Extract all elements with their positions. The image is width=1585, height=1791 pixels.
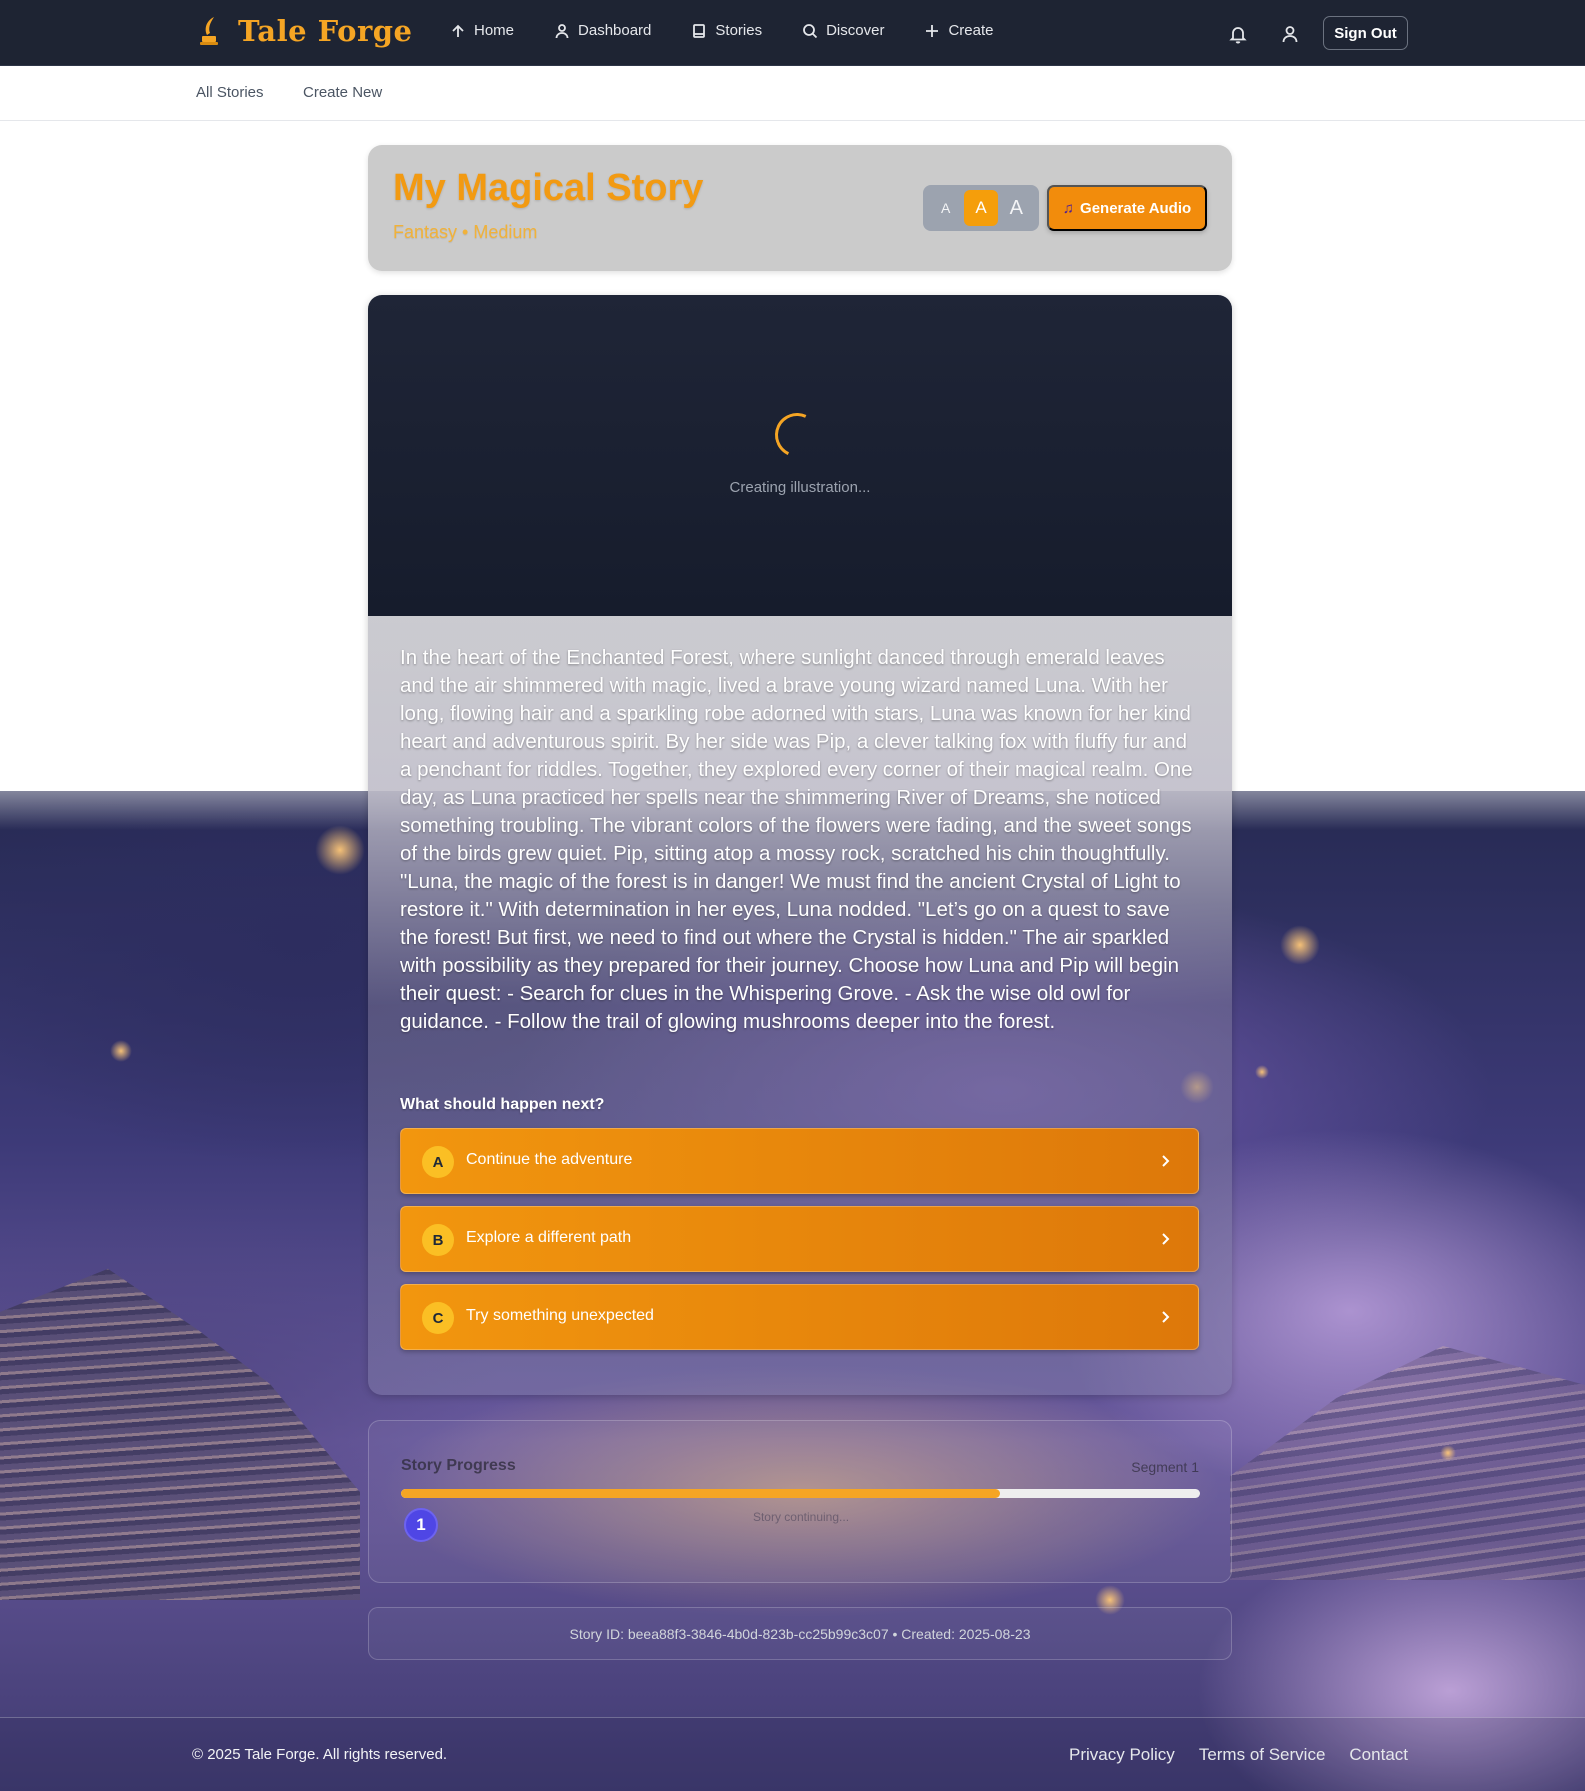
- choice-letter: B: [422, 1224, 454, 1256]
- illustration-status: Creating illustration...: [729, 479, 871, 496]
- choice-label: Explore a different path: [466, 1229, 632, 1246]
- plus-icon: [926, 24, 939, 37]
- progress-bar-fill: [401, 1489, 1001, 1498]
- book-icon: [693, 23, 706, 38]
- illustration-placeholder: Creating illustration...: [368, 295, 1232, 616]
- search-icon: [803, 23, 818, 38]
- story-title: My Magical Story: [393, 167, 704, 209]
- privacy-policy-link[interactable]: Privacy Policy: [1069, 1745, 1175, 1765]
- top-navbar: Tale Forge Home Dashboard Stories Discov…: [0, 0, 1585, 66]
- progress-bar: [401, 1489, 1200, 1498]
- quill-logo-icon: [200, 17, 218, 45]
- nav-discover-label: Discover: [826, 22, 885, 39]
- chevron-right-icon: [1156, 1308, 1174, 1326]
- choice-label: Try something unexpected: [466, 1307, 654, 1324]
- story-text: In the heart of the Enchanted Forest, wh…: [400, 646, 1193, 1033]
- story-progress-card: Story Progress Segment 1 1 Story continu…: [368, 1420, 1232, 1583]
- font-size-medium-button[interactable]: A: [963, 190, 998, 226]
- profile-button[interactable]: [1280, 24, 1300, 44]
- progress-title: Story Progress: [401, 1457, 516, 1474]
- nav-stories[interactable]: Stories: [691, 22, 762, 39]
- generate-audio-button[interactable]: ♫ Generate Audio: [1047, 185, 1207, 231]
- sign-out-button[interactable]: Sign Out: [1323, 16, 1408, 50]
- generate-audio-label: Generate Audio: [1080, 199, 1192, 217]
- bell-icon: [1229, 27, 1247, 44]
- choice-b-button[interactable]: B Explore a different path: [400, 1206, 1199, 1272]
- glow-orb: [1440, 1445, 1456, 1461]
- home-icon: [452, 24, 464, 37]
- story-genre-length: Fantasy • Medium: [393, 222, 538, 242]
- choice-label: Continue the adventure: [466, 1151, 633, 1168]
- user-icon: [555, 23, 569, 38]
- font-size-toggle: A A A: [923, 185, 1039, 231]
- music-note-icon: ♫: [1062, 199, 1075, 217]
- choice-a-button[interactable]: A Continue the adventure: [400, 1128, 1199, 1194]
- sub-navbar: All Stories Create New: [0, 66, 1585, 121]
- copyright: © 2025 Tale Forge. All rights reserved.: [192, 1746, 448, 1763]
- story-body: In the heart of the Enchanted Forest, wh…: [368, 616, 1232, 1395]
- nav-home-label: Home: [474, 22, 515, 39]
- nav-create[interactable]: Create: [924, 22, 993, 39]
- glow-orb: [110, 1040, 132, 1062]
- progress-status: Story continuing...: [752, 1510, 850, 1524]
- contact-link[interactable]: Contact: [1349, 1745, 1408, 1765]
- footer-links: Privacy Policy Terms of Service Contact: [1045, 1745, 1408, 1765]
- choice-c-button[interactable]: C Try something unexpected: [400, 1284, 1199, 1350]
- footer: © 2025 Tale Forge. All rights reserved. …: [0, 1717, 1585, 1791]
- nav-home[interactable]: Home: [450, 22, 514, 39]
- font-size-large-button[interactable]: A: [999, 190, 1033, 226]
- next-question: What should happen next?: [400, 1096, 605, 1113]
- brand-name: Tale Forge: [238, 14, 413, 48]
- notifications-button[interactable]: [1228, 24, 1248, 44]
- user-icon: [1282, 26, 1298, 43]
- loading-spinner-icon: [768, 406, 826, 464]
- choice-letter: A: [422, 1146, 454, 1178]
- glow-orb: [1255, 1065, 1269, 1079]
- progress-segment: Segment 1: [1131, 1459, 1199, 1475]
- chevron-right-icon: [1156, 1230, 1174, 1248]
- story-card: Creating illustration... In the heart of…: [368, 295, 1232, 1395]
- story-header-card: My Magical Story Fantasy • Medium A A A …: [368, 145, 1232, 271]
- nav-stories-label: Stories: [715, 22, 763, 39]
- terms-of-service-link[interactable]: Terms of Service: [1199, 1745, 1326, 1765]
- nav-discover[interactable]: Discover: [802, 22, 884, 39]
- nav-dashboard-label: Dashboard: [578, 22, 652, 39]
- brand[interactable]: Tale Forge: [196, 14, 413, 48]
- choice-letter: C: [422, 1302, 454, 1334]
- all-stories-link[interactable]: All Stories: [196, 84, 264, 101]
- main-nav: Home Dashboard Stories Discover Create: [450, 22, 1033, 39]
- glow-orb: [1280, 925, 1320, 965]
- font-size-small-button[interactable]: A: [929, 190, 963, 226]
- chevron-right-icon: [1156, 1152, 1174, 1170]
- nav-dashboard[interactable]: Dashboard: [554, 22, 651, 39]
- create-new-link[interactable]: Create New: [303, 84, 382, 101]
- glow-orb: [315, 825, 365, 875]
- story-info: Story ID: beea88f3-3846-4b0d-823b-cc25b9…: [368, 1607, 1232, 1660]
- nav-create-label: Create: [948, 22, 994, 39]
